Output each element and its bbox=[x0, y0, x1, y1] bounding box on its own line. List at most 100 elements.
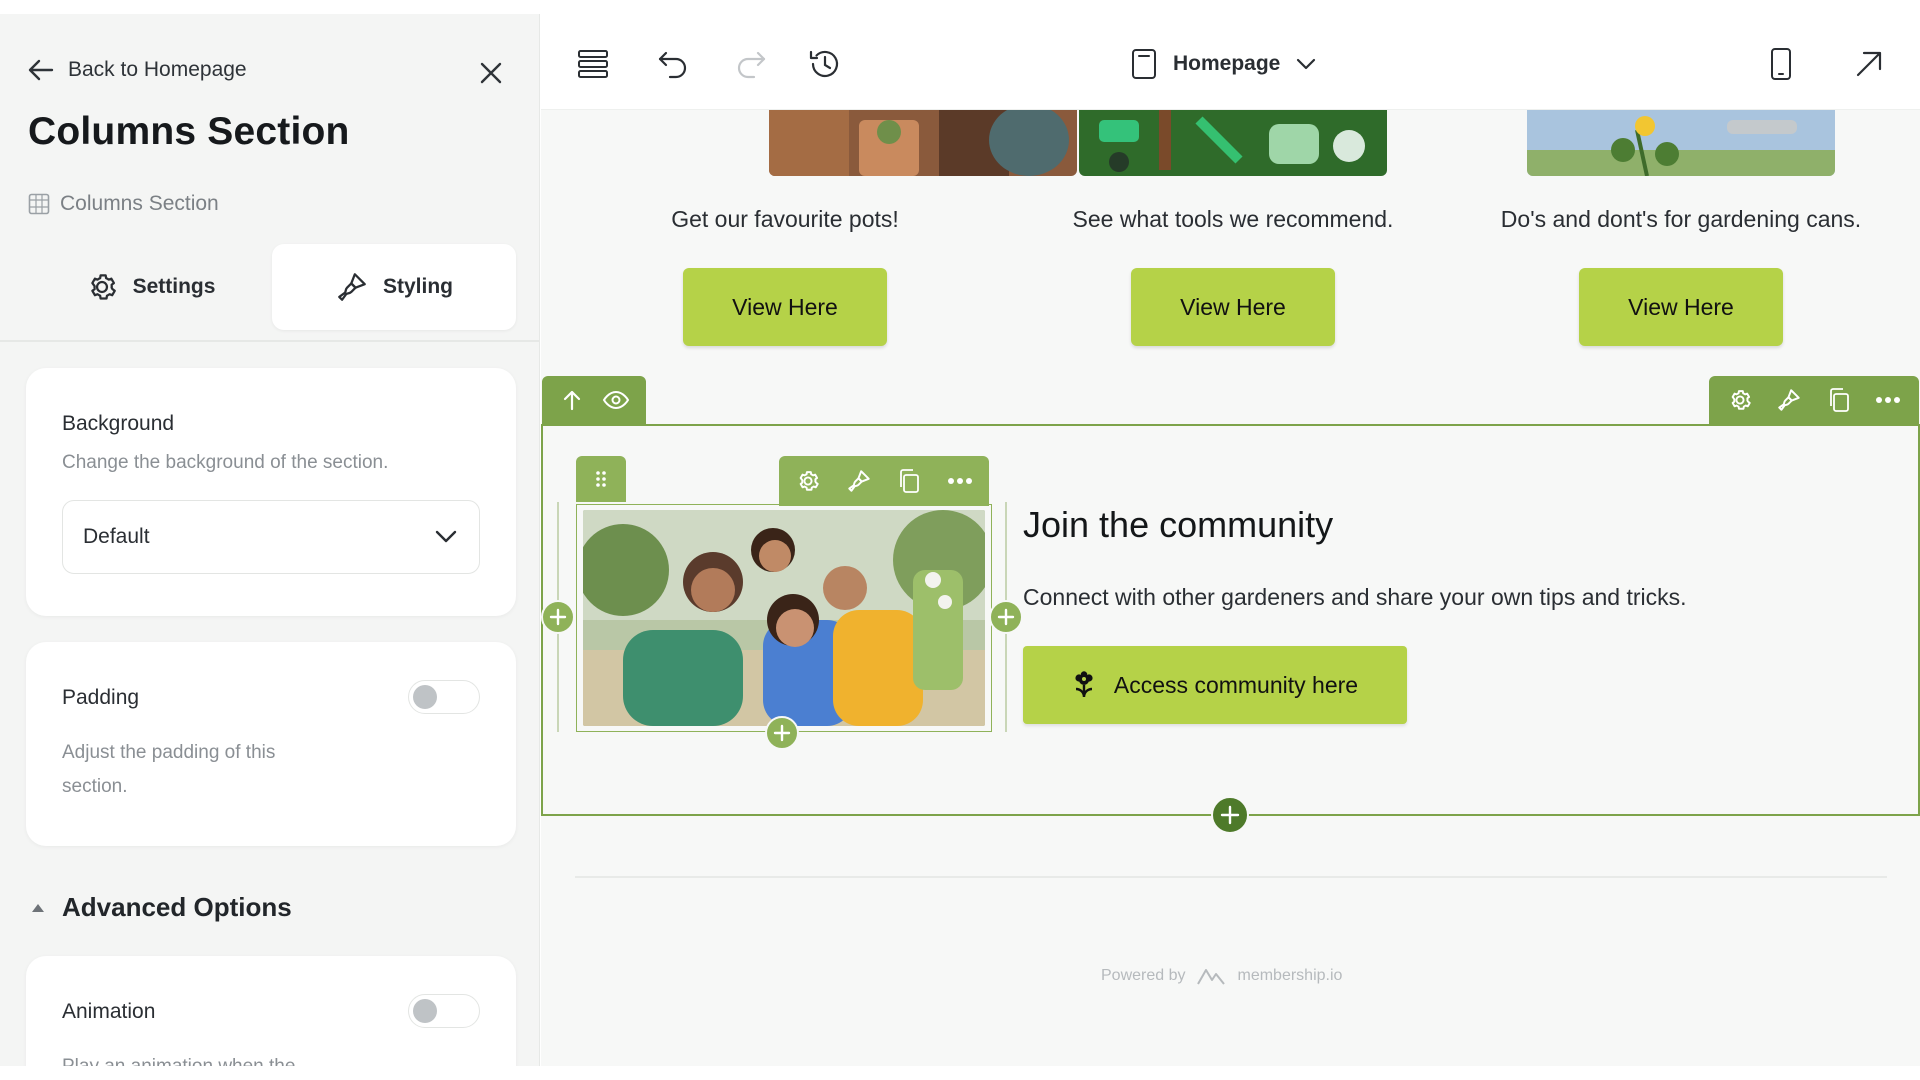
plus-icon bbox=[549, 608, 567, 626]
plus-icon bbox=[997, 608, 1015, 626]
redo-icon bbox=[737, 51, 766, 79]
eye-icon bbox=[602, 390, 630, 410]
undo-icon bbox=[658, 51, 687, 79]
more-icon bbox=[1876, 397, 1901, 403]
animation-toggle[interactable] bbox=[408, 994, 480, 1028]
column-1-view-button[interactable]: View Here bbox=[683, 268, 887, 346]
brush-icon bbox=[338, 273, 366, 301]
community-photo[interactable] bbox=[583, 510, 985, 726]
membership-logo-icon bbox=[1196, 969, 1225, 985]
padding-description-line1: Adjust the padding of this bbox=[62, 742, 276, 763]
page-canvas: Get our favourite pots! View Here See wh… bbox=[541, 110, 1920, 1066]
tab-divider bbox=[0, 340, 539, 342]
chevron-down-icon bbox=[435, 530, 457, 543]
add-column-right-button[interactable] bbox=[989, 600, 1023, 634]
more-icon bbox=[947, 478, 972, 484]
mobile-preview-button[interactable] bbox=[1761, 44, 1801, 84]
image-block-toolbar bbox=[779, 456, 989, 506]
undo-button[interactable] bbox=[653, 44, 693, 84]
layers-icon bbox=[578, 50, 608, 78]
arrow-left-icon bbox=[28, 59, 54, 81]
columns-icon bbox=[28, 193, 50, 215]
background-select-value: Default bbox=[83, 525, 150, 548]
page-name: Homepage bbox=[1173, 52, 1281, 75]
section-styling-button[interactable] bbox=[1769, 380, 1809, 420]
section-toolbar-left bbox=[542, 376, 646, 424]
caret-up-icon bbox=[32, 903, 44, 912]
back-label: Back to Homepage bbox=[68, 58, 247, 81]
powered-by-label: Powered by bbox=[1101, 967, 1186, 984]
block-styling-button[interactable] bbox=[839, 461, 879, 501]
animation-card: Animation Play an animation when the bbox=[26, 956, 516, 1066]
redo-button[interactable] bbox=[731, 44, 771, 84]
chevron-down-icon bbox=[1297, 58, 1316, 70]
open-external-button[interactable] bbox=[1849, 44, 1889, 84]
animation-label: Animation bbox=[62, 1000, 156, 1023]
move-section-up-button[interactable] bbox=[552, 380, 592, 420]
close-panel-button[interactable] bbox=[476, 58, 506, 88]
tab-styling-label: Styling bbox=[382, 275, 453, 298]
powered-by: Powered by membership.io bbox=[1101, 966, 1342, 986]
animation-description: Play an animation when the bbox=[62, 1050, 295, 1066]
history-button[interactable] bbox=[805, 44, 845, 84]
editor-sidebar: Back to Homepage Columns Section Columns… bbox=[0, 14, 540, 1066]
community-section[interactable]: Join the community Connect with other ga… bbox=[541, 424, 1920, 816]
access-community-label: Access community here bbox=[1113, 671, 1359, 698]
background-select[interactable]: Default bbox=[62, 500, 480, 574]
footer-divider bbox=[575, 876, 1887, 878]
toggle-visibility-button[interactable] bbox=[596, 380, 636, 420]
column-1-text: Get our favourite pots! bbox=[671, 206, 899, 232]
layers-button[interactable] bbox=[573, 44, 613, 84]
mobile-preview-icon bbox=[1771, 48, 1791, 80]
pots-image bbox=[769, 110, 1077, 176]
panel-tabs: Settings Styling bbox=[28, 244, 516, 330]
padding-label: Padding bbox=[62, 686, 140, 709]
community-text: Connect with other gardeners and share y… bbox=[1023, 584, 1687, 610]
toggle-knob bbox=[413, 685, 437, 709]
tab-settings-label: Settings bbox=[132, 275, 216, 298]
background-card: Background Change the background of the … bbox=[26, 368, 516, 616]
column-drag-handle[interactable] bbox=[576, 456, 626, 502]
access-community-button[interactable]: Access community here bbox=[1023, 646, 1407, 724]
section-settings-button[interactable] bbox=[1720, 380, 1760, 420]
brand-name: membership.io bbox=[1237, 967, 1343, 984]
block-settings-button[interactable] bbox=[788, 461, 828, 501]
block-more-button[interactable] bbox=[940, 461, 980, 501]
toggle-knob bbox=[413, 999, 437, 1023]
padding-toggle[interactable] bbox=[408, 680, 480, 714]
section-toolbar-right bbox=[1709, 376, 1919, 424]
padding-card: Padding Adjust the padding of this secti… bbox=[26, 642, 516, 846]
gear-icon bbox=[1731, 390, 1751, 410]
add-column-left-button[interactable] bbox=[541, 600, 575, 634]
panel-title: Columns Section bbox=[28, 110, 350, 153]
background-description: Change the background of the section. bbox=[62, 452, 389, 473]
block-duplicate-button[interactable] bbox=[889, 461, 929, 501]
back-to-homepage-link[interactable]: Back to Homepage bbox=[28, 58, 247, 82]
tab-styling[interactable]: Styling bbox=[272, 244, 516, 330]
column-3-view-button[interactable]: View Here bbox=[1579, 268, 1783, 346]
tab-settings[interactable]: Settings bbox=[28, 244, 272, 330]
page-icon bbox=[1132, 49, 1156, 79]
column-2-view-button[interactable]: View Here bbox=[1131, 268, 1335, 346]
page-selector[interactable]: Homepage bbox=[1131, 44, 1316, 84]
background-label: Background bbox=[62, 412, 175, 435]
breadcrumb: Columns Section bbox=[28, 192, 219, 216]
watering-can-image bbox=[1527, 110, 1835, 176]
section-more-button[interactable] bbox=[1868, 380, 1908, 420]
copy-icon bbox=[1829, 388, 1849, 412]
flower-icon bbox=[1075, 671, 1093, 698]
add-section-button[interactable] bbox=[1211, 796, 1249, 834]
history-icon bbox=[809, 50, 839, 78]
plus-icon bbox=[773, 724, 791, 742]
brush-icon bbox=[1778, 389, 1800, 411]
section-duplicate-button[interactable] bbox=[1819, 380, 1859, 420]
add-block-below-image-button[interactable] bbox=[765, 716, 799, 750]
advanced-options-label: Advanced Options bbox=[62, 892, 292, 922]
column-2-text: See what tools we recommend. bbox=[1072, 206, 1394, 232]
editor-topbar: Homepage bbox=[541, 14, 1920, 110]
breadcrumb-label: Columns Section bbox=[60, 192, 219, 215]
advanced-options-toggle[interactable]: Advanced Options bbox=[30, 892, 292, 923]
drag-handle-icon bbox=[596, 471, 606, 487]
open-external-icon bbox=[1856, 51, 1882, 77]
plus-icon bbox=[1220, 805, 1240, 825]
